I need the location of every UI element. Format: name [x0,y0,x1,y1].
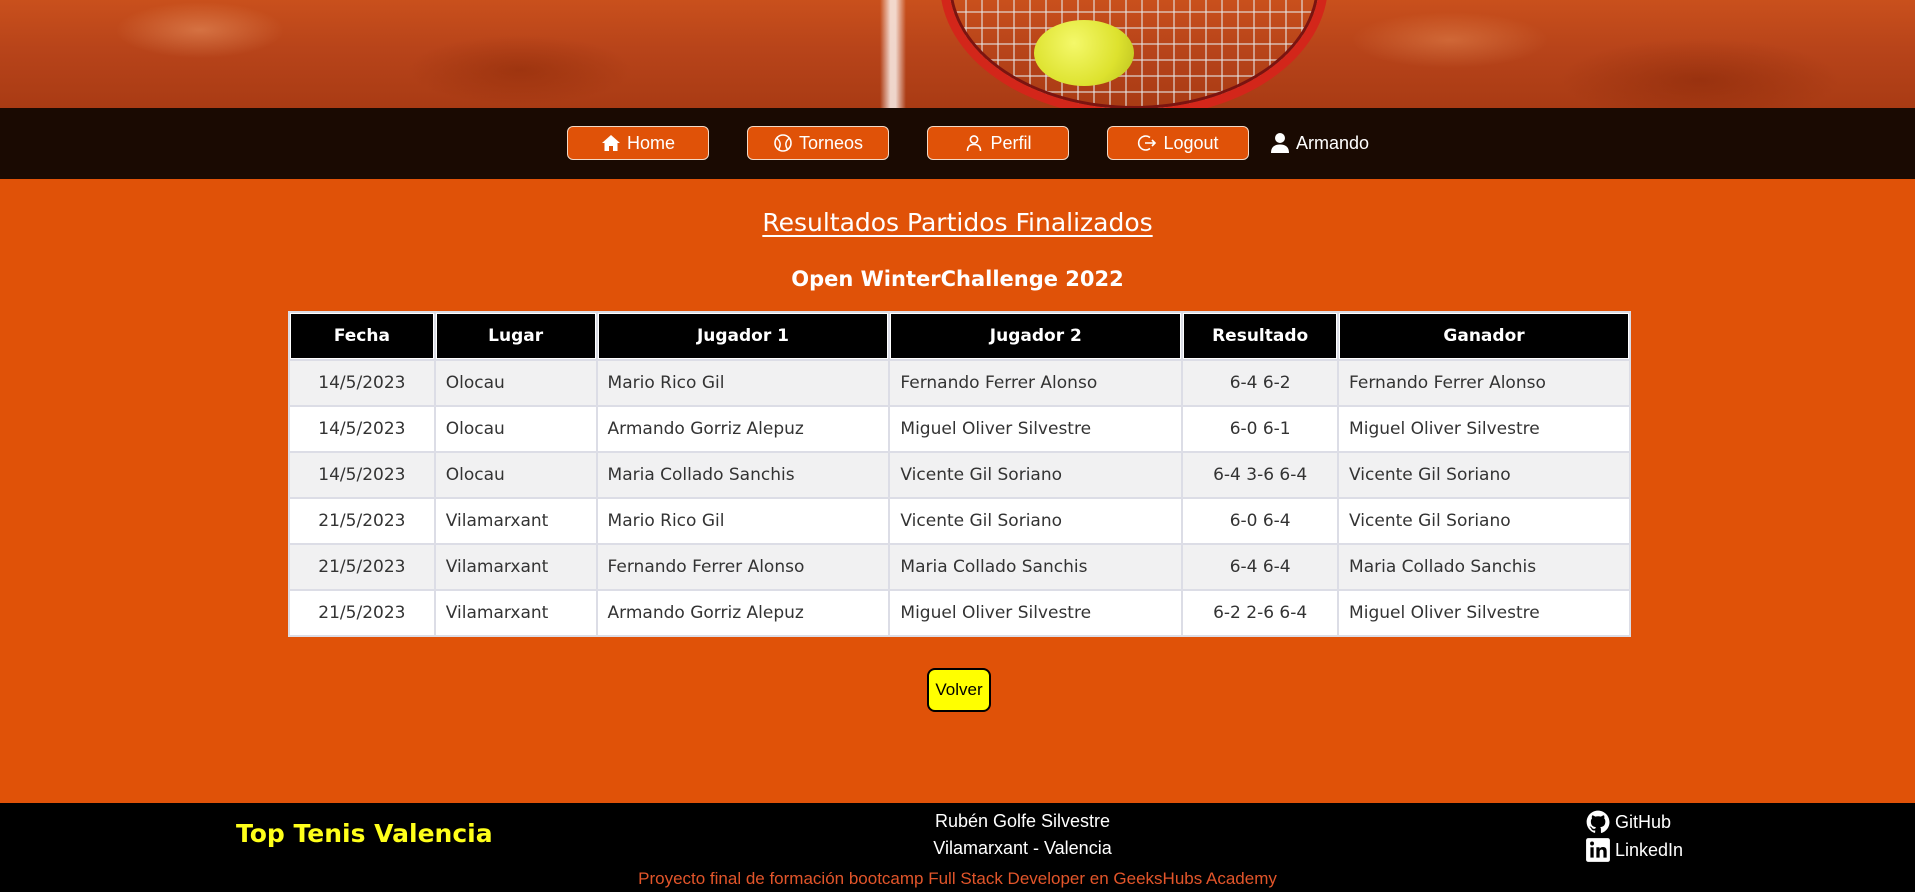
nav-perfil-label: Perfil [990,132,1032,153]
cell-lugar: Olocau [435,453,596,497]
nav-torneos-button[interactable]: Torneos [747,126,889,160]
linkedin-icon [1586,838,1610,862]
column-header-ganador: Ganador [1339,313,1629,359]
cell-jugador-2: Miguel Oliver Silvestre [890,407,1182,451]
cell-resultado: 6-4 3-6 6-4 [1183,453,1338,497]
cell-lugar: Olocau [435,407,596,451]
cell-jugador-1: Maria Collado Sanchis [597,453,889,497]
tennis-ball-image [1034,20,1134,86]
nav-perfil-button[interactable]: Perfil [927,126,1069,160]
cell-jugador-1: Fernando Ferrer Alonso [597,545,889,589]
column-header-jugador-1: Jugador 1 [597,313,889,359]
table-row: 14/5/2023 Olocau Maria Collado Sanchis V… [290,453,1629,497]
linkedin-link[interactable]: LinkedIn [1585,837,1683,863]
table-row: 14/5/2023 Olocau Mario Rico Gil Fernando… [290,361,1629,405]
cell-ganador: Fernando Ferrer Alonso [1339,361,1629,405]
user-name: Armando [1296,132,1370,153]
table-row: 21/5/2023 Vilamarxant Fernando Ferrer Al… [290,545,1629,589]
github-icon [1586,810,1610,833]
cell-jugador-1: Mario Rico Gil [597,361,889,405]
cell-jugador-1: Mario Rico Gil [597,499,889,543]
results-table: Fecha Lugar Jugador 1 Jugador 2 Resultad… [288,311,1631,637]
column-header-jugador-2: Jugador 2 [890,313,1182,359]
cell-resultado: 6-0 6-1 [1183,407,1338,451]
home-icon [601,135,620,151]
footer: Top Tenis Valencia Rubén Golfe Silvestre… [0,803,1915,892]
cell-jugador-2: Fernando Ferrer Alonso [890,361,1182,405]
tennis-racket-image [940,0,1328,108]
cell-ganador: Maria Collado Sanchis [1339,545,1629,589]
tennis-ball-icon [774,134,792,152]
cell-resultado: 6-2 2-6 6-4 [1183,591,1338,635]
logout-icon [1138,135,1157,151]
nav-home-button[interactable]: Home [567,126,709,160]
footer-credits: Proyecto final de formación bootcamp Ful… [638,869,1277,888]
column-header-resultado: Resultado [1183,313,1338,359]
cell-ganador: Miguel Oliver Silvestre [1339,407,1629,451]
cell-fecha: 14/5/2023 [290,407,434,451]
court-line [880,0,906,108]
cell-jugador-2: Maria Collado Sanchis [890,545,1182,589]
nav-logout-button[interactable]: Logout [1107,126,1249,160]
cell-fecha: 14/5/2023 [290,453,434,497]
cell-fecha: 21/5/2023 [290,499,434,543]
table-row: 21/5/2023 Vilamarxant Mario Rico Gil Vic… [290,499,1629,543]
cell-fecha: 21/5/2023 [290,545,434,589]
cell-fecha: 21/5/2023 [290,591,434,635]
cell-resultado: 6-0 6-4 [1183,499,1338,543]
cell-jugador-1: Armando Gorriz Alepuz [597,591,889,635]
tournament-name: Open WinterChallenge 2022 [791,267,1124,291]
cell-jugador-2: Miguel Oliver Silvestre [890,591,1182,635]
github-label: GitHub [1615,811,1672,832]
table-row: 14/5/2023 Olocau Armando Gorriz Alepuz M… [290,407,1629,451]
cell-lugar: Olocau [435,361,596,405]
cell-ganador: Miguel Oliver Silvestre [1339,591,1629,635]
column-header-fecha: Fecha [290,313,434,359]
table-header-row: Fecha Lugar Jugador 1 Jugador 2 Resultad… [290,313,1629,359]
linkedin-label: LinkedIn [1615,839,1684,860]
cell-lugar: Vilamarxant [435,545,596,589]
nav-torneos-label: Torneos [798,132,864,153]
table-row: 21/5/2023 Vilamarxant Armando Gorriz Ale… [290,591,1629,635]
nav-home-label: Home [626,132,675,153]
user-icon [967,135,982,152]
person-icon [1271,133,1289,153]
cell-ganador: Vicente Gil Soriano [1339,499,1629,543]
cell-ganador: Vicente Gil Soriano [1339,453,1629,497]
cell-jugador-1: Armando Gorriz Alepuz [597,407,889,451]
cell-fecha: 14/5/2023 [290,361,434,405]
volver-button[interactable]: Volver [927,668,991,712]
cell-jugador-2: Vicente Gil Soriano [890,499,1182,543]
page-title: Resultados Partidos Finalizados [762,208,1153,237]
cell-lugar: Vilamarxant [435,499,596,543]
github-link[interactable]: GitHub [1585,809,1671,835]
cell-resultado: 6-4 6-4 [1183,545,1338,589]
current-user: Armando [1270,126,1369,160]
cell-resultado: 6-4 6-2 [1183,361,1338,405]
nav-logout-label: Logout [1163,132,1219,153]
column-header-lugar: Lugar [435,313,596,359]
cell-jugador-2: Vicente Gil Soriano [890,453,1182,497]
cell-lugar: Vilamarxant [435,591,596,635]
hero-banner-image [0,0,1915,108]
